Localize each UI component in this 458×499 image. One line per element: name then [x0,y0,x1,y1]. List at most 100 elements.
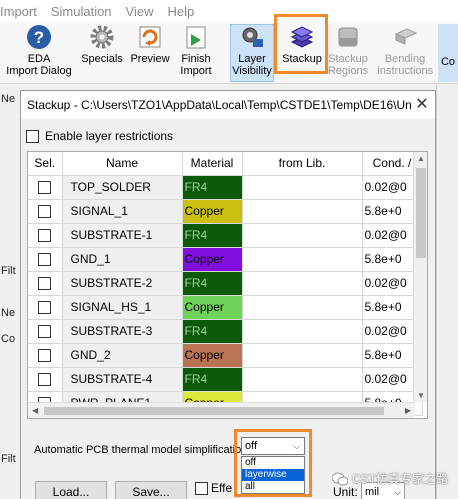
row-material[interactable]: FR4 [182,367,243,392]
row-from-lib[interactable] [242,343,363,368]
finish-import-button[interactable]: Finish Import [176,24,216,82]
row-material[interactable]: FR4 [182,175,243,200]
row-from-lib[interactable] [242,175,363,200]
save-button[interactable]: Save... [115,481,187,499]
scroll-down-icon[interactable]: ▼ [417,391,425,400]
row-select-cell[interactable] [28,271,63,296]
row-checkbox[interactable] [38,277,52,291]
row-name[interactable]: SUBSTRATE-2 [62,271,183,296]
co-button[interactable]: Co [438,24,458,82]
horizontal-scroll-thumb[interactable] [44,407,384,415]
row-name[interactable]: SUBSTRATE-1 [62,223,183,248]
row-checkbox[interactable] [38,325,52,339]
row-material[interactable]: FR4 [182,271,243,296]
unit-label: Unit: [333,485,358,499]
table-row[interactable]: SUBSTRATE-3 FR4 0.02@0 [28,319,423,344]
enable-layer-restrictions[interactable]: Enable layer restrictions [26,129,173,143]
row-from-lib[interactable] [242,223,363,248]
row-select-cell[interactable] [28,367,63,392]
row-select-cell[interactable] [28,343,63,368]
row-material[interactable]: FR4 [182,319,243,344]
table-row[interactable]: GND_2 Copper 5.8e+0 [28,343,423,368]
table-row[interactable]: SIGNAL_HS_1 Copper 5.8e+0 [28,295,423,320]
eda-import-dialog-button[interactable]: ? EDA Import Dialog [6,24,72,82]
row-from-lib[interactable] [242,295,363,320]
effect-checkbox[interactable] [195,481,208,495]
row-from-lib[interactable] [242,319,363,344]
row-from-lib[interactable] [242,199,363,224]
row-name[interactable]: TOP_SOLDER [62,175,183,200]
row-checkbox[interactable] [38,301,52,315]
layer-visibility-icon [242,27,263,47]
row-select-cell[interactable] [28,247,63,272]
menu-view[interactable]: View [126,4,154,19]
row-name[interactable]: GND_1 [62,247,183,272]
scroll-up-icon[interactable]: ▲ [417,154,425,163]
table-row[interactable]: SUBSTRATE-4 FR4 0.02@0 [28,367,423,392]
row-from-lib[interactable] [242,247,363,272]
menu-import[interactable]: Import [0,4,37,19]
row-checkbox[interactable] [38,253,52,267]
table-row[interactable]: GND_1 Copper 5.8e+0 [28,247,423,272]
row-from-lib[interactable] [242,367,363,392]
stackup-regions-label-2: Regions [327,65,369,77]
table-vertical-scrollbar[interactable]: ▲ ▼ [413,152,427,402]
row-material[interactable]: FR4 [182,223,243,248]
row-checkbox[interactable] [38,373,52,387]
row-material[interactable]: Copper [182,247,243,272]
col-sel[interactable]: Sel. [28,152,63,176]
row-select-cell[interactable] [28,295,63,320]
watermark: CST仿真专家之路 [332,470,448,487]
row-name[interactable]: SUBSTRATE-3 [62,319,183,344]
bending-icon [394,28,418,45]
finish-label-1: Finish [181,53,211,65]
bending-label-2: Instructions [376,65,434,77]
menu-bar: Import Simulation View Help [0,0,458,22]
effect-label: Effe [211,481,233,495]
preview-button[interactable]: Preview [128,24,172,82]
row-material[interactable]: Copper [182,343,243,368]
col-from-lib[interactable]: from Lib. [242,152,363,176]
row-checkbox[interactable] [38,349,52,363]
row-select-cell[interactable] [28,175,63,200]
table-row[interactable]: TOP_SOLDER FR4 0.02@0 [28,175,423,200]
bending-instructions-button[interactable]: Bending Instructions [374,24,436,82]
gear-icon [90,25,114,49]
effect-option[interactable]: Effe [195,481,232,495]
row-checkbox[interactable] [38,205,52,219]
row-name[interactable]: GND_2 [62,343,183,368]
vertical-scroll-thumb[interactable] [416,168,426,258]
ribbon: ? EDA Import Dialog Specials Preview Fin… [0,14,458,84]
col-material[interactable]: Material [182,152,243,176]
stackup-regions-button[interactable]: Stackup Regions [326,24,370,82]
load-button[interactable]: Load... [35,481,107,499]
enable-layer-restrictions-checkbox[interactable] [26,129,39,143]
stackup-dialog: Stackup - C:\Users\TZO1\AppData\Local\Te… [20,90,436,499]
row-checkbox[interactable] [38,229,52,243]
table-row[interactable]: SIGNAL_1 Copper 5.8e+0 [28,199,423,224]
left-panel-co-label: Co [1,333,16,345]
specials-button[interactable]: Specials [80,24,124,82]
table-horizontal-scrollbar[interactable]: ◀ ▶ [28,402,415,418]
row-from-lib[interactable] [242,271,363,296]
specials-label: Specials [81,53,123,65]
row-material[interactable]: Copper [182,295,243,320]
row-select-cell[interactable] [28,199,63,224]
row-select-cell[interactable] [28,223,63,248]
scroll-right-icon[interactable]: ▶ [405,406,411,415]
table-row[interactable]: SUBSTRATE-1 FR4 0.02@0 [28,223,423,248]
row-material[interactable]: Copper [182,199,243,224]
menu-help[interactable]: Help [168,4,195,19]
close-icon[interactable]: ✕ [412,95,432,115]
row-name[interactable]: SUBSTRATE-4 [62,367,183,392]
layer-visibility-button[interactable]: Layer Visibility [230,24,274,82]
row-name[interactable]: SIGNAL_HS_1 [62,295,183,320]
row-name[interactable]: SIGNAL_1 [62,199,183,224]
scroll-left-icon[interactable]: ◀ [32,406,38,415]
col-name[interactable]: Name [62,152,183,176]
row-select-cell[interactable] [28,319,63,344]
row-checkbox[interactable] [38,181,52,195]
left-panel-filt-label: Filt [1,265,16,277]
table-row[interactable]: SUBSTRATE-2 FR4 0.02@0 [28,271,423,296]
menu-simulation[interactable]: Simulation [51,4,112,19]
